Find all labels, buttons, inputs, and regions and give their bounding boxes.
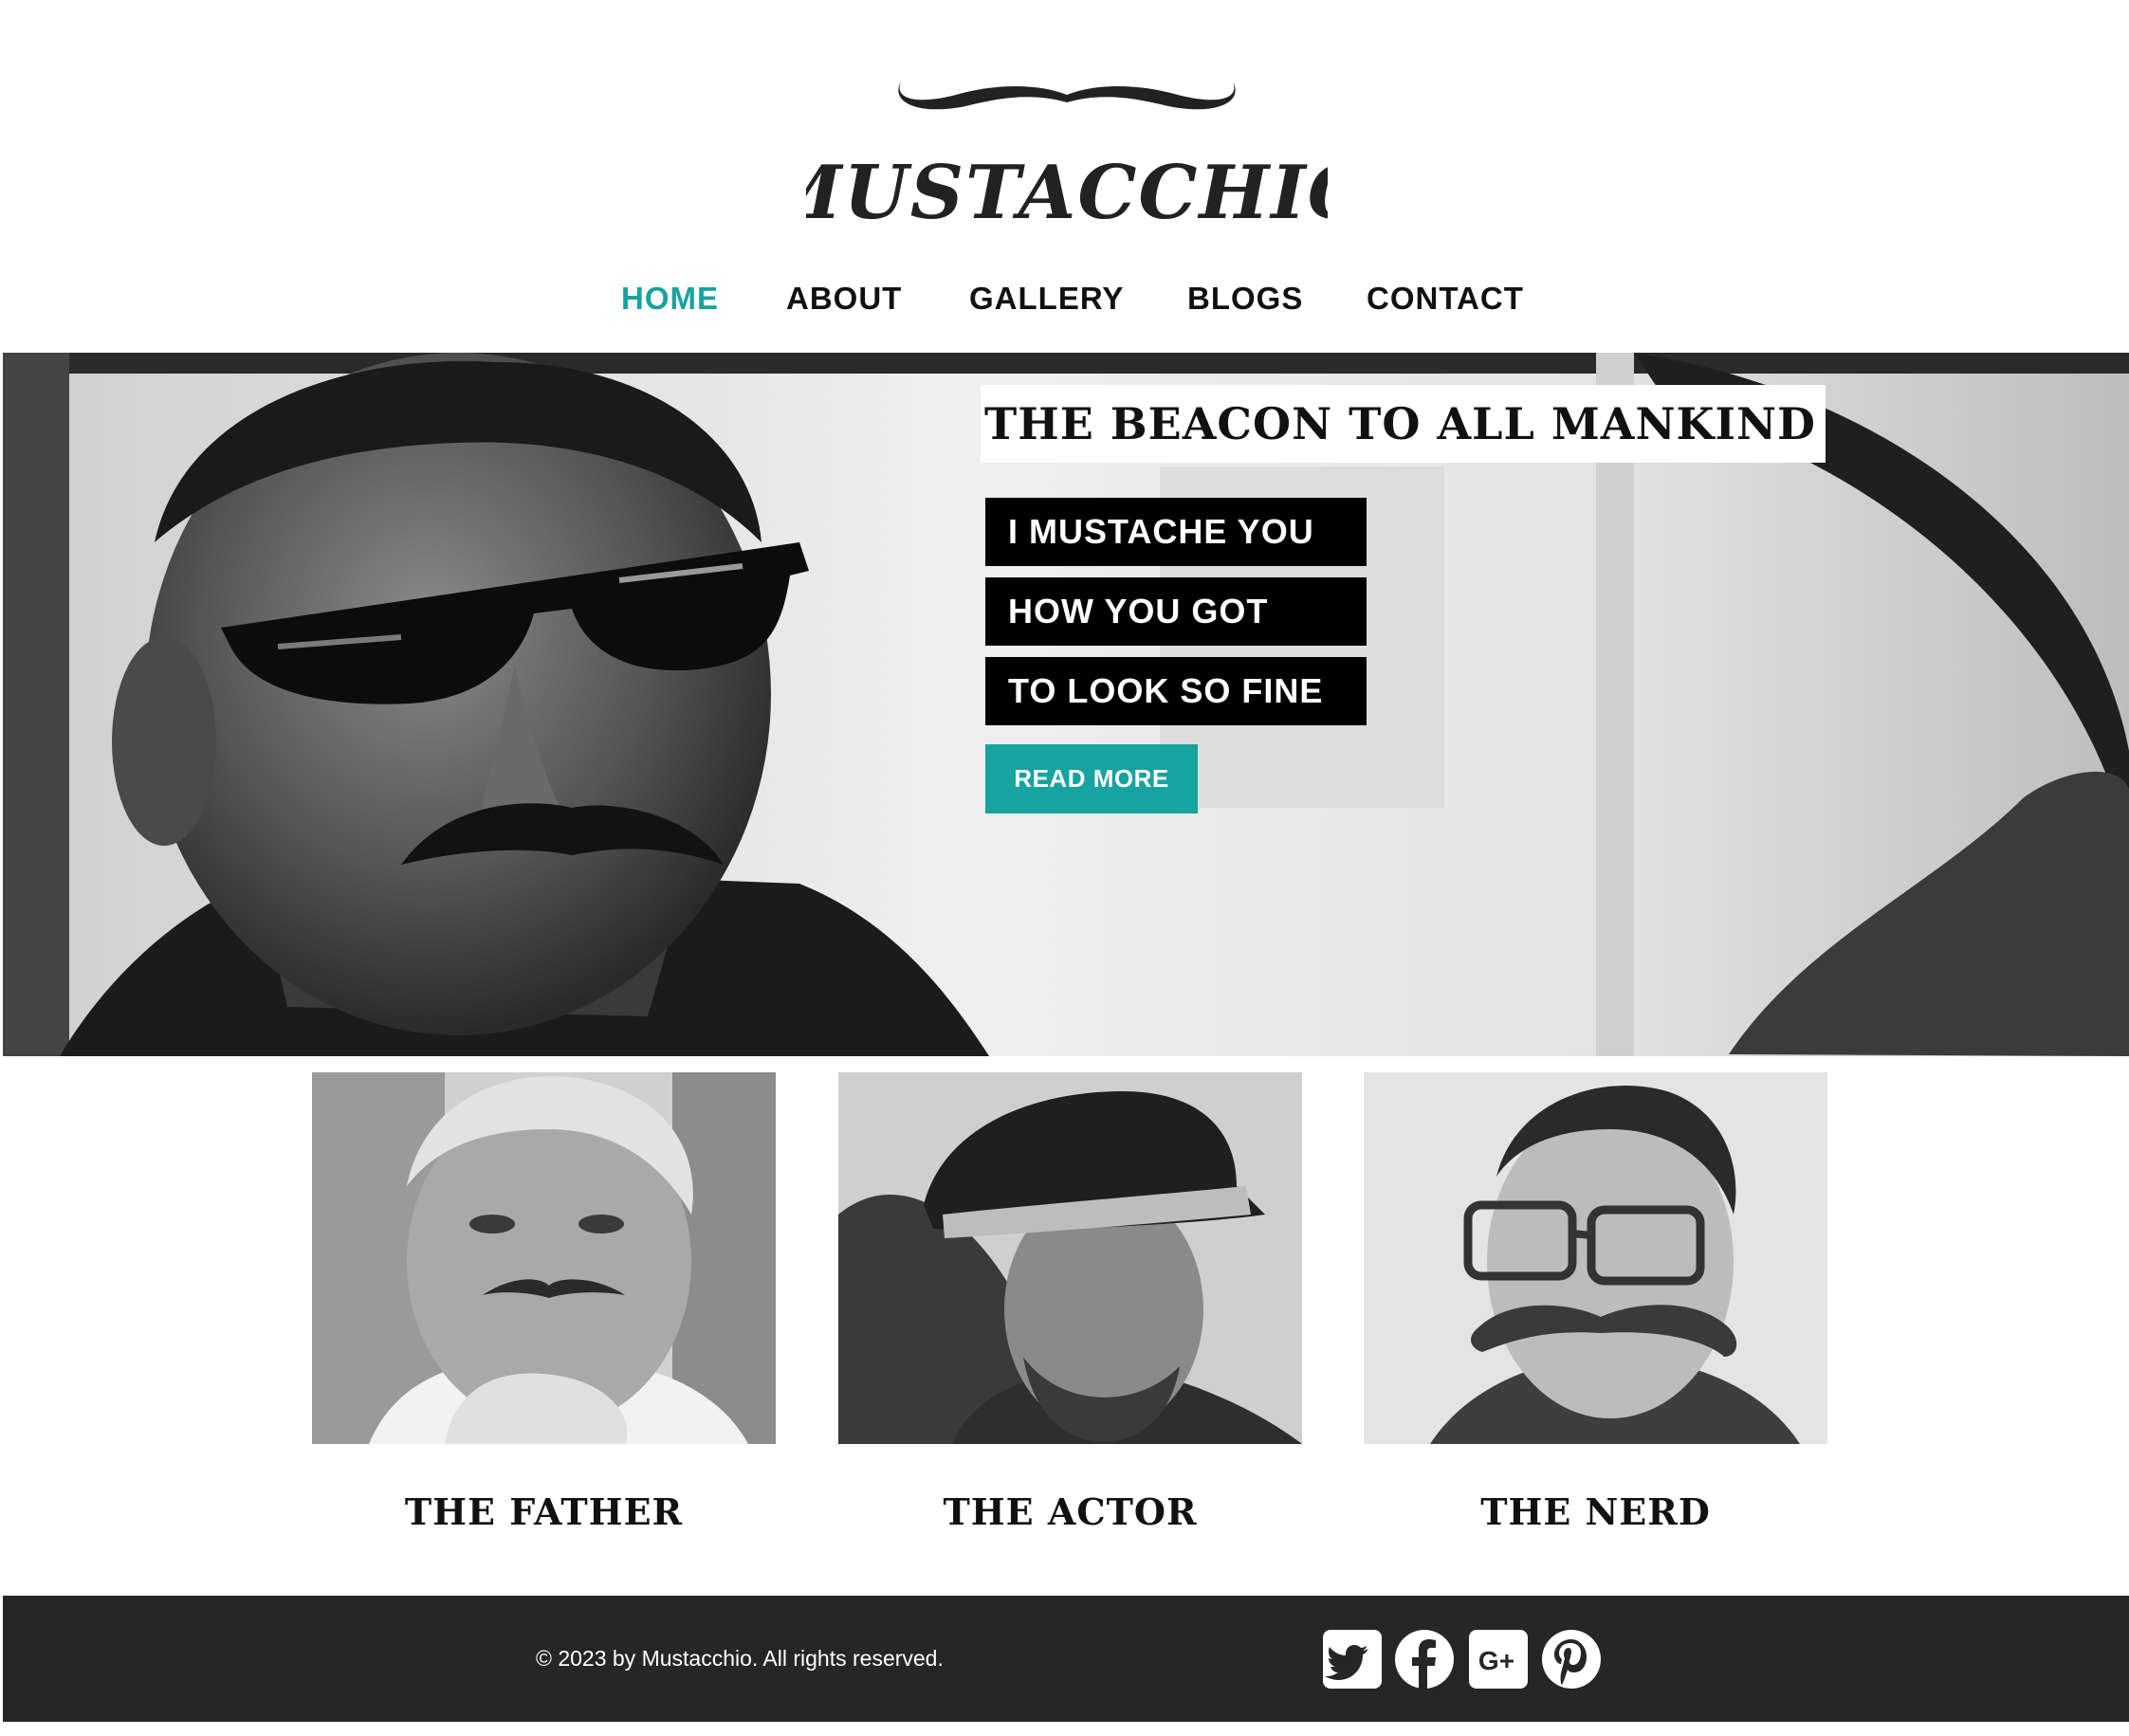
- site-header: MUSTACCHIO: [0, 0, 2129, 247]
- mustache-logo-icon: [898, 82, 1236, 110]
- copyright-text: © 2023 by Mustacchio. All rights reserve…: [536, 1646, 944, 1671]
- nav-item-blogs[interactable]: BLOGS: [1187, 281, 1303, 317]
- card-caption-actor: THE ACTOR: [943, 1490, 1198, 1533]
- site-footer: © 2023 by Mustacchio. All rights reserve…: [3, 1596, 2129, 1722]
- facebook-icon[interactable]: [1393, 1628, 1456, 1690]
- read-more-button[interactable]: READ MORE: [985, 744, 1198, 813]
- nav-item-contact[interactable]: CONTACT: [1367, 281, 1524, 317]
- nav-item-about[interactable]: ABOUT: [786, 281, 902, 317]
- svg-text:G+: G+: [1478, 1646, 1514, 1675]
- card-caption-father: THE FATHER: [404, 1490, 684, 1533]
- google-plus-icon[interactable]: G+: [1467, 1628, 1530, 1690]
- nav-item-gallery[interactable]: GALLERY: [969, 281, 1124, 317]
- card-image-father[interactable]: [312, 1072, 776, 1444]
- logo-wordmark: MUSTACCHIO: [806, 150, 1328, 232]
- nav-item-home[interactable]: HOME: [621, 281, 719, 317]
- hero-line-3: TO LOOK SO FINE: [985, 657, 1367, 725]
- twitter-icon[interactable]: [1321, 1628, 1384, 1690]
- card-caption-nerd: THE NERD: [1480, 1490, 1711, 1533]
- pinterest-icon[interactable]: [1540, 1628, 1603, 1690]
- main-nav: HOME ABOUT GALLERY BLOGS CONTACT: [0, 281, 2129, 328]
- hero-line-1: I MUSTACHE YOU: [985, 498, 1367, 566]
- hero-title: THE BEACON TO ALL MANKIND: [981, 385, 1826, 463]
- mustacchio-logo[interactable]: MUSTACCHIO: [806, 66, 1328, 232]
- hero-banner: THE BEACON TO ALL MANKIND I MUSTACHE YOU…: [3, 353, 2129, 1056]
- hero-line-2: HOW YOU GOT: [985, 577, 1367, 646]
- card-image-actor[interactable]: [838, 1072, 1302, 1444]
- card-image-nerd[interactable]: [1364, 1072, 1827, 1444]
